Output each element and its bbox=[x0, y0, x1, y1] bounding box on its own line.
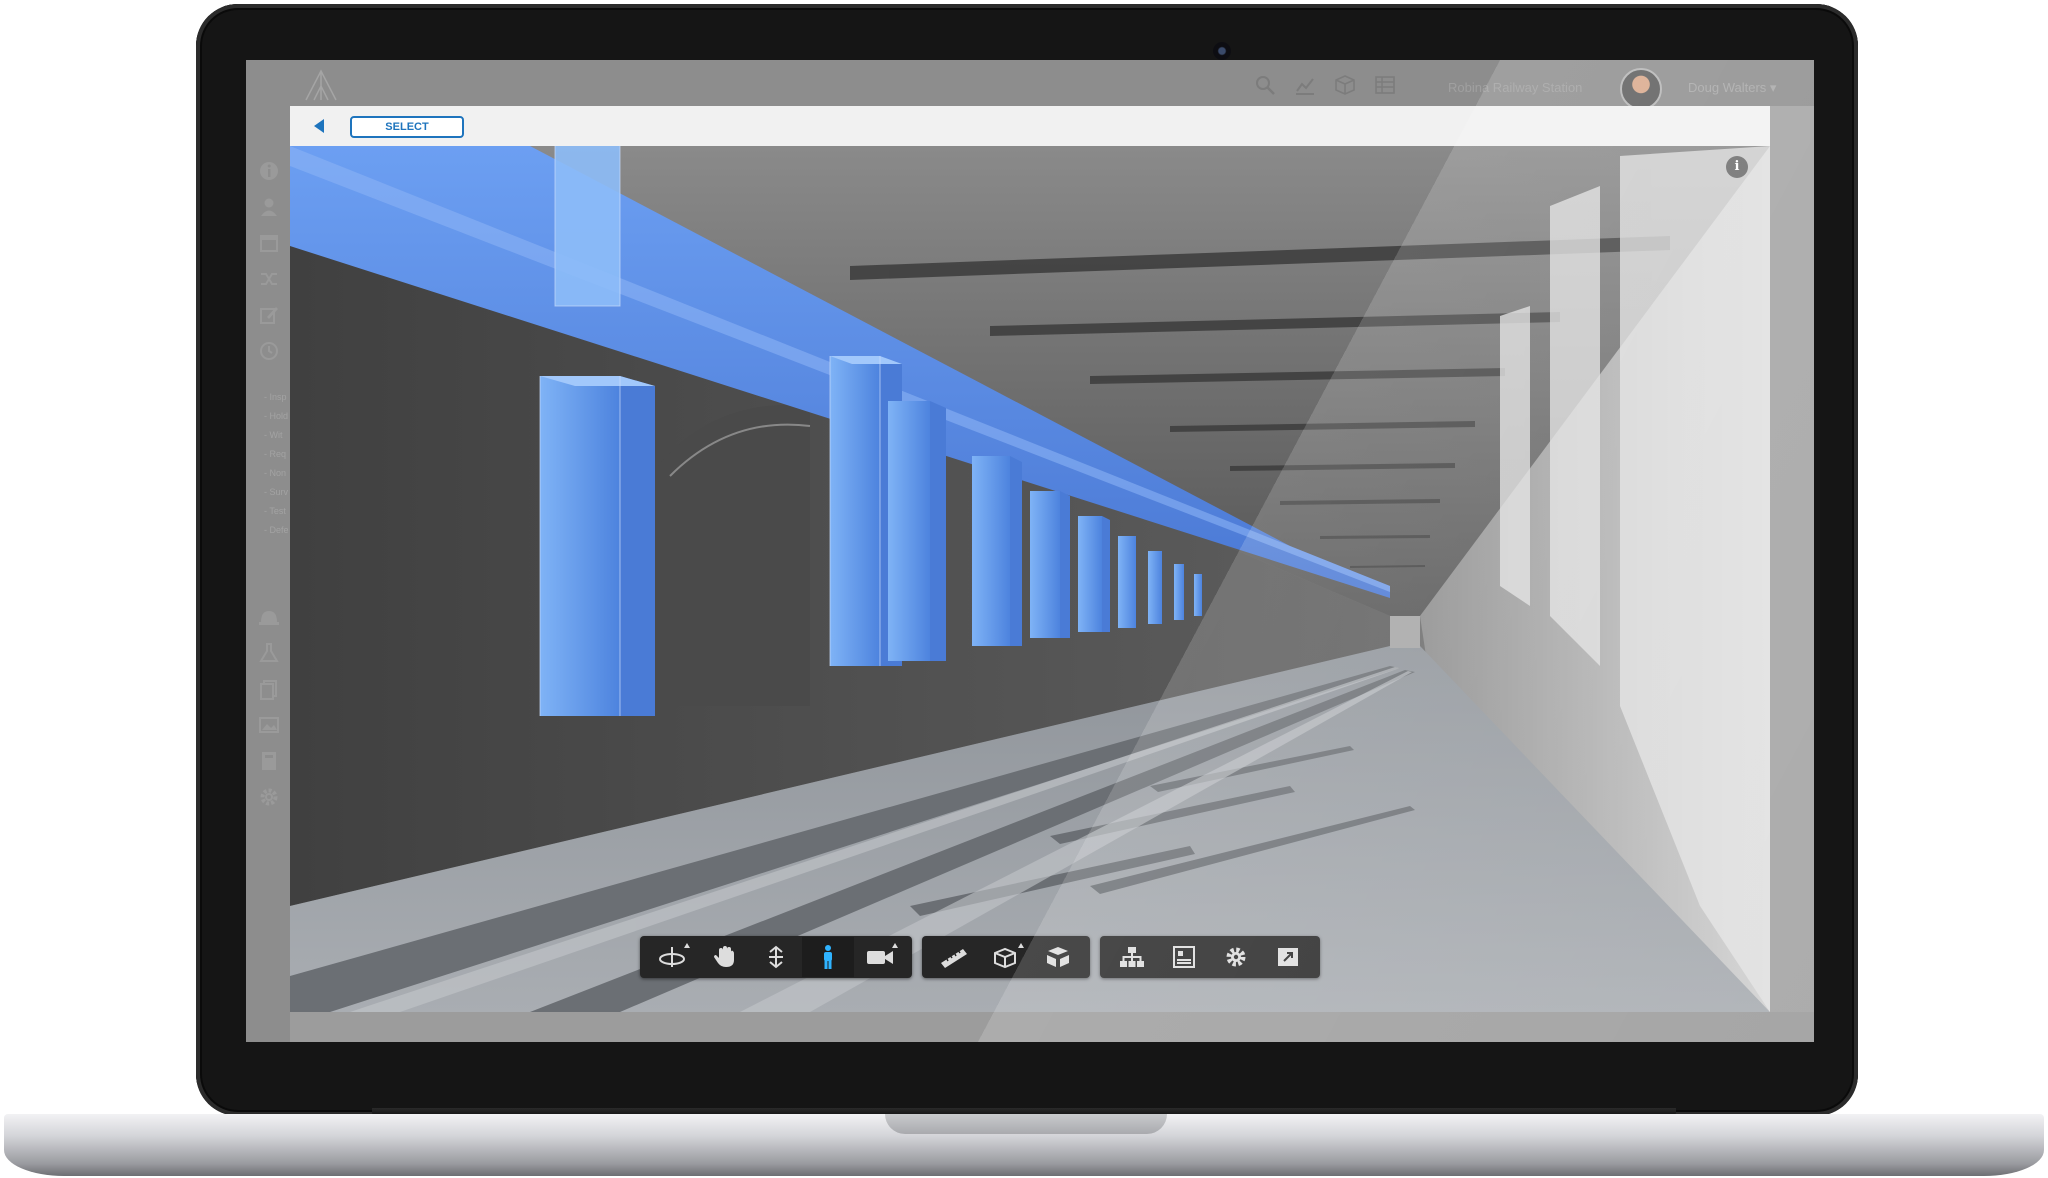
more-options-icon bbox=[1018, 943, 1024, 948]
measure-icon bbox=[941, 949, 967, 968]
chart-icon[interactable] bbox=[1294, 74, 1316, 96]
zoom-button[interactable] bbox=[750, 937, 802, 977]
analysis-tools bbox=[922, 936, 1090, 978]
explode-button[interactable] bbox=[1032, 937, 1084, 977]
model-viewer: SELECT i bbox=[290, 106, 1770, 1012]
measure-button[interactable] bbox=[928, 937, 980, 977]
model-tools bbox=[1100, 936, 1320, 978]
sidebar-subitem[interactable]: - Non bbox=[264, 464, 289, 483]
webcam bbox=[1213, 42, 1231, 60]
orbit-button[interactable] bbox=[646, 937, 698, 977]
section-icon bbox=[994, 947, 1016, 969]
pan-button[interactable] bbox=[698, 937, 750, 977]
sidebar-subitem[interactable]: - Wit bbox=[264, 426, 289, 445]
app-right-panel bbox=[1770, 106, 1814, 1042]
sidebar-sublist: - Insp - Hold - Wit - Req - Non - Surv -… bbox=[264, 388, 289, 540]
properties-button[interactable] bbox=[1158, 937, 1210, 977]
edit-icon[interactable] bbox=[258, 304, 280, 326]
sidebar-subitem[interactable]: - Req bbox=[264, 445, 289, 464]
avatar[interactable] bbox=[1620, 68, 1662, 110]
navigation-tools bbox=[640, 936, 912, 978]
book-icon[interactable] bbox=[258, 750, 280, 772]
project-name[interactable]: Robina Railway Station bbox=[1448, 80, 1582, 95]
sidebar-subitem[interactable]: - Surv bbox=[264, 483, 289, 502]
sidebar-subitem[interactable]: - Hold bbox=[264, 407, 289, 426]
first-person-icon bbox=[824, 945, 832, 969]
camera-icon bbox=[867, 951, 893, 964]
section-button[interactable] bbox=[980, 937, 1032, 977]
settings-button[interactable] bbox=[1210, 937, 1262, 977]
viewer-header: SELECT bbox=[290, 106, 1770, 147]
explode-icon bbox=[1047, 947, 1069, 967]
orbit-icon bbox=[659, 947, 685, 967]
model-browser-icon bbox=[1120, 947, 1144, 967]
laptop-notch bbox=[885, 1114, 1167, 1134]
app-topbar: Robina Railway Station Doug Walters ▾ bbox=[246, 60, 1814, 110]
logo-icon bbox=[305, 69, 337, 101]
properties-icon bbox=[1173, 946, 1195, 968]
first-person-button[interactable] bbox=[802, 937, 854, 977]
laptop-screen: Robina Railway Station Doug Walters ▾ - … bbox=[246, 60, 1814, 1042]
hardhat-icon[interactable] bbox=[258, 606, 280, 628]
tunnel-3d-view[interactable] bbox=[290, 146, 1770, 1012]
fullscreen-icon bbox=[1278, 948, 1298, 966]
calendar-icon[interactable] bbox=[258, 232, 280, 254]
more-options-icon bbox=[892, 943, 898, 948]
person-icon[interactable] bbox=[258, 196, 280, 218]
more-options-icon bbox=[684, 943, 690, 948]
image-icon[interactable] bbox=[258, 714, 280, 736]
sidebar-subitem[interactable]: - Test bbox=[264, 502, 289, 521]
viewer-toolbar bbox=[640, 936, 1320, 978]
info-button[interactable]: i bbox=[1726, 156, 1748, 178]
select-button[interactable]: SELECT bbox=[350, 116, 464, 138]
zoom-icon bbox=[769, 945, 783, 969]
back-button[interactable] bbox=[312, 118, 326, 134]
settings-icon[interactable] bbox=[258, 786, 280, 808]
sidebar-subitem[interactable]: - Defe bbox=[264, 521, 289, 540]
app-sidebar: - Insp - Hold - Wit - Req - Non - Surv -… bbox=[246, 106, 290, 1042]
fullscreen-button[interactable] bbox=[1262, 937, 1314, 977]
info-icon[interactable] bbox=[258, 160, 280, 182]
back-arrow-icon bbox=[314, 119, 324, 133]
documents-icon[interactable] bbox=[258, 678, 280, 700]
flask-icon[interactable] bbox=[258, 642, 280, 664]
model-browser-button[interactable] bbox=[1106, 937, 1158, 977]
sidebar-subitem[interactable]: - Insp bbox=[264, 388, 289, 407]
model-icon[interactable] bbox=[1334, 74, 1356, 96]
camera-button[interactable] bbox=[854, 937, 906, 977]
shuffle-icon[interactable] bbox=[258, 268, 280, 290]
user-menu[interactable]: Doug Walters ▾ bbox=[1688, 80, 1776, 96]
clock-icon[interactable] bbox=[258, 340, 280, 362]
pan-icon bbox=[714, 946, 734, 967]
settings-icon bbox=[1226, 947, 1246, 967]
app-bottom-strip bbox=[290, 1012, 1814, 1042]
search-icon[interactable] bbox=[1254, 74, 1276, 96]
table-icon[interactable] bbox=[1374, 74, 1396, 96]
